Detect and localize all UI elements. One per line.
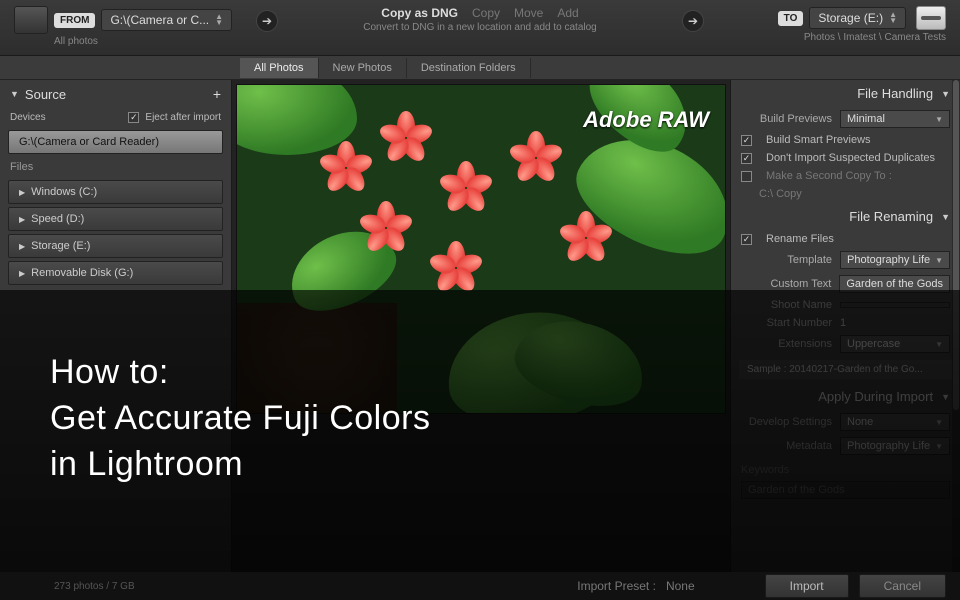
drive-item-c[interactable]: ▶Windows (C:) bbox=[8, 180, 223, 204]
from-path-dropdown[interactable]: G:\(Camera or C... ▲▼ bbox=[101, 9, 232, 31]
drive-item-g[interactable]: ▶Removable Disk (G:) bbox=[8, 261, 223, 285]
updown-icon: ▲▼ bbox=[215, 14, 223, 26]
bottom-bar: 273 photos / 7 GB Import Preset : None I… bbox=[0, 572, 960, 600]
headline-text: How to: Get Accurate Fuji Colors in Ligh… bbox=[50, 350, 910, 488]
source-title: Source bbox=[25, 87, 66, 102]
dest-drive-icon bbox=[916, 6, 946, 30]
from-path-text: G:\(Camera or C... bbox=[110, 13, 209, 27]
triangle-down-icon: ▼ bbox=[941, 212, 950, 222]
import-button[interactable]: Import bbox=[765, 574, 849, 598]
build-previews-dropdown[interactable]: Minimal▼ bbox=[840, 110, 950, 128]
arrow-right-to-icon[interactable]: ➔ bbox=[682, 10, 704, 32]
dropdown-icon: ▼ bbox=[935, 115, 943, 124]
template-dropdown[interactable]: Photography Life▼ bbox=[840, 251, 950, 269]
build-previews-label: Build Previews bbox=[760, 113, 832, 125]
updown-icon: ▲▼ bbox=[889, 12, 897, 24]
eject-checkbox[interactable] bbox=[128, 112, 139, 123]
triangle-right-icon: ▶ bbox=[19, 188, 25, 197]
to-subtext: Photos \ Imatest \ Camera Tests bbox=[804, 32, 946, 43]
devices-label: Devices bbox=[10, 112, 46, 123]
files-label: Files bbox=[0, 157, 231, 177]
source-drive-icon bbox=[14, 6, 48, 34]
smart-previews-checkbox[interactable] bbox=[741, 135, 752, 146]
to-badge: TO bbox=[778, 11, 804, 26]
triangle-down-icon: ▼ bbox=[941, 89, 950, 99]
arrow-right-from-icon[interactable]: ➔ bbox=[256, 10, 278, 32]
import-mode-tabs: Copy as DNG Copy Move Add bbox=[290, 6, 670, 20]
mode-move[interactable]: Move bbox=[514, 6, 543, 20]
mode-copy[interactable]: Copy bbox=[472, 6, 500, 20]
mode-add[interactable]: Add bbox=[557, 6, 578, 20]
eject-toggle[interactable]: Eject after import bbox=[128, 112, 221, 123]
mode-description: Convert to DNG in a new location and add… bbox=[290, 22, 670, 33]
dropdown-icon: ▼ bbox=[935, 256, 943, 265]
triangle-right-icon: ▶ bbox=[19, 215, 25, 224]
to-path-dropdown[interactable]: Storage (E:) ▲▼ bbox=[809, 7, 906, 29]
top-bar: FROM G:\(Camera or C... ▲▼ All photos ➔ … bbox=[0, 0, 960, 56]
add-source-icon[interactable]: + bbox=[213, 86, 221, 102]
preview-watermark: Adobe RAW bbox=[583, 107, 709, 133]
second-copy-checkbox[interactable] bbox=[741, 171, 752, 182]
headline-overlay: How to: Get Accurate Fuji Colors in Ligh… bbox=[0, 290, 960, 600]
file-renaming-header[interactable]: File Renaming▼ bbox=[731, 203, 960, 230]
import-preset-label: Import Preset : bbox=[577, 579, 656, 593]
triangle-right-icon: ▶ bbox=[19, 242, 25, 251]
import-count: 273 photos / 7 GB bbox=[14, 581, 135, 592]
cancel-button[interactable]: Cancel bbox=[859, 574, 946, 598]
no-duplicates-checkbox[interactable] bbox=[741, 153, 752, 164]
triangle-right-icon: ▶ bbox=[19, 269, 25, 278]
preview-tabs: All Photos New Photos Destination Folder… bbox=[0, 56, 960, 80]
from-subtext: All photos bbox=[54, 36, 244, 47]
from-badge: FROM bbox=[54, 13, 95, 28]
tab-destination-folders[interactable]: Destination Folders bbox=[407, 58, 531, 78]
device-item[interactable]: G:\(Camera or Card Reader) bbox=[8, 130, 223, 154]
drive-item-e[interactable]: ▶Storage (E:) bbox=[8, 234, 223, 258]
mode-copy-dng[interactable]: Copy as DNG bbox=[381, 6, 458, 20]
import-preset-value[interactable]: None bbox=[666, 579, 695, 593]
rename-files-checkbox[interactable] bbox=[741, 234, 752, 245]
tab-new-photos[interactable]: New Photos bbox=[319, 58, 407, 78]
file-handling-header[interactable]: File Handling▼ bbox=[731, 80, 960, 107]
triangle-down-icon: ▼ bbox=[10, 89, 19, 99]
tab-all-photos[interactable]: All Photos bbox=[240, 58, 319, 78]
source-header[interactable]: ▼ Source + bbox=[0, 80, 231, 108]
to-path-text: Storage (E:) bbox=[818, 11, 883, 25]
drive-item-d[interactable]: ▶Speed (D:) bbox=[8, 207, 223, 231]
